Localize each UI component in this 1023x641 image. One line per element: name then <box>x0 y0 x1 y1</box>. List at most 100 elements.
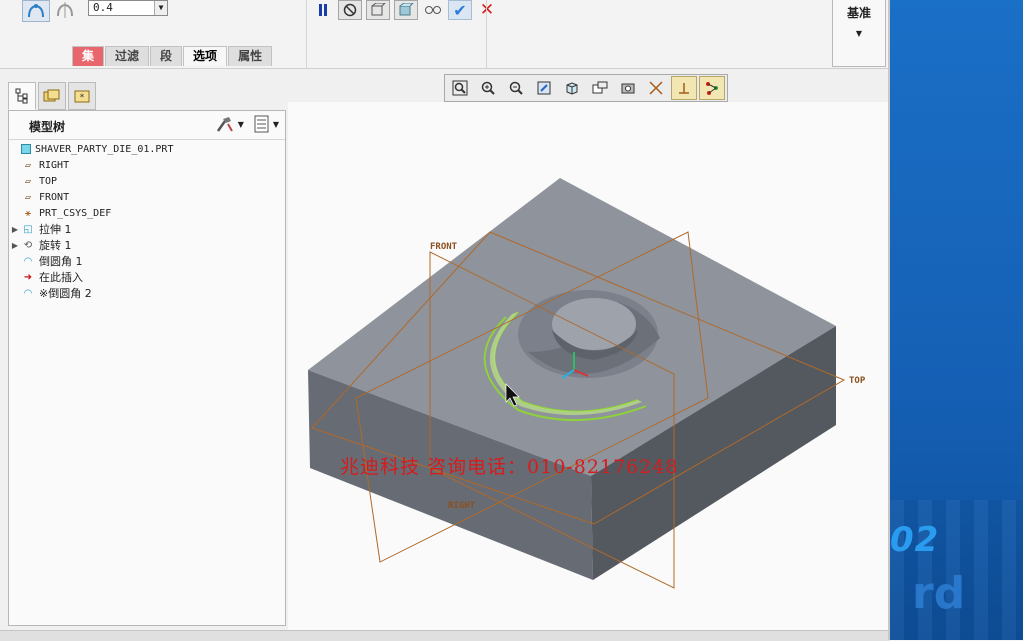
tree-item-label: 旋转 1 <box>39 239 72 252</box>
tree-icon <box>15 88 28 104</box>
datum-button[interactable]: 基准 ▼ <box>832 0 886 67</box>
attached-preview-button[interactable] <box>366 0 390 20</box>
insert-here-icon: ➜ <box>23 271 33 283</box>
tab-segments[interactable]: 段 <box>150 46 183 66</box>
csys-icon: ⚹ <box>25 207 31 219</box>
tree-item-label: TOP <box>39 175 58 187</box>
view-manager-button[interactable] <box>615 76 641 100</box>
camera-icon <box>621 83 635 94</box>
tree-item-round-2[interactable]: ◠ ※倒圆角 2 <box>9 285 283 301</box>
tab-properties[interactable]: 属性 <box>228 46 273 66</box>
tab-options[interactable]: 选项 <box>183 46 228 66</box>
expand-icon[interactable]: ▶ <box>9 241 21 250</box>
cancel-button[interactable]: ✕ <box>476 0 498 20</box>
app-window: 0.4 ▼ 集 过滤 段 选项 属性 ✔ ✕ 基准 ▼ * 模型树 ▼ ▼ SH… <box>0 0 890 641</box>
refit-icon <box>452 80 468 96</box>
zoom-in-button[interactable] <box>475 76 501 100</box>
favorites-folder-icon: * <box>74 90 90 103</box>
no-preview-button[interactable] <box>338 0 362 20</box>
tab-model-tree[interactable] <box>8 82 36 110</box>
watermark-text: 兆迪科技 咨询电话：010-82176248 <box>340 456 679 478</box>
apply-button[interactable]: ✔ <box>448 0 472 20</box>
tree-item-revolve[interactable]: ▶ ⟲ 旋转 1 <box>9 237 283 253</box>
shaded-cube-icon <box>566 82 578 95</box>
folder-browser-icon <box>43 89 60 102</box>
divider <box>486 0 487 68</box>
tab-sets[interactable]: 集 <box>72 46 105 66</box>
extrude-icon: ◱ <box>23 223 33 235</box>
checkmark-icon: ✔ <box>453 0 467 20</box>
round-transition-mode-icon[interactable] <box>52 0 78 20</box>
repaint-icon <box>537 81 551 95</box>
detached-preview-button[interactable] <box>394 0 418 20</box>
tools-icon <box>216 117 233 132</box>
list-icon <box>254 115 269 133</box>
chevron-down-icon: ▼ <box>272 119 279 129</box>
round-icon: ◠ <box>23 255 33 267</box>
tab-filter[interactable]: 过滤 <box>105 46 150 66</box>
axis-display-button[interactable] <box>671 76 697 100</box>
point-display-button[interactable] <box>699 76 725 100</box>
datum-plane-icon: ▱ <box>24 175 32 187</box>
show-dropdown[interactable]: ▼ <box>254 115 279 133</box>
tree-item-label: 倒圆角 1 <box>39 255 83 268</box>
model-tree-panel: 模型树 ▼ ▼ SHAVER_PARTY_DIE_01.PRT ▱ RIGHT <box>8 110 286 626</box>
tree-item-label: 拉伸 1 <box>39 223 72 236</box>
datum-display-button[interactable] <box>643 76 669 100</box>
revolve-icon: ⟲ <box>23 239 33 251</box>
no-preview-icon <box>343 3 357 17</box>
pause-button[interactable] <box>312 1 334 19</box>
chevron-down-icon[interactable]: ▼ <box>154 1 167 15</box>
display-style-button[interactable] <box>559 76 585 100</box>
tree-item-front[interactable]: ▱ FRONT <box>9 189 283 205</box>
tab-folder-browser[interactable] <box>38 82 66 110</box>
verify-mode-button[interactable] <box>422 1 444 19</box>
front-datum-label: FRONT <box>430 242 458 252</box>
part-icon <box>21 144 31 154</box>
svg-text:*: * <box>80 93 85 103</box>
tree-item-right[interactable]: ▱ RIGHT <box>9 157 283 173</box>
tree-item-label: FRONT <box>39 191 70 203</box>
datum-label: 基准 <box>846 6 871 20</box>
model-tree-header: 模型树 ▼ ▼ <box>9 111 285 140</box>
saved-views-button[interactable] <box>587 76 613 100</box>
point-display-icon <box>706 82 718 95</box>
dashboard-tabs: 集 过滤 段 选项 属性 <box>72 46 273 66</box>
zoom-out-button[interactable] <box>503 76 529 100</box>
feature-dashboard: 0.4 ▼ 集 过滤 段 选项 属性 ✔ ✕ 基准 ▼ <box>0 0 890 69</box>
top-datum-label: TOP <box>849 376 866 386</box>
zoom-in-icon <box>481 81 495 95</box>
preview-box-icon <box>371 3 386 16</box>
tab-favorites[interactable]: * <box>68 82 96 110</box>
model-view: FRONT TOP RIGHT <box>308 178 866 589</box>
axis-display-icon <box>679 83 689 94</box>
close-icon: ✕ <box>479 0 495 20</box>
graphics-toolbar <box>444 74 728 102</box>
round-set-mode-icon[interactable] <box>22 0 50 22</box>
tree-item-insert-here[interactable]: ➜ 在此插入 <box>9 269 283 285</box>
divider <box>306 0 307 68</box>
tree-item-label: SHAVER_PARTY_DIE_01.PRT <box>35 143 174 155</box>
desktop-background: 02 rd <box>890 0 1023 640</box>
tree-item-part[interactable]: SHAVER_PARTY_DIE_01.PRT <box>9 141 283 157</box>
tree-item-label: RIGHT <box>39 159 70 171</box>
refit-button[interactable] <box>447 76 473 100</box>
tree-item-label: PRT_CSYS_DEF <box>39 207 112 219</box>
navigator-tabs: * <box>8 82 96 110</box>
graphics-viewport[interactable]: FRONT TOP RIGHT 兆迪科技 咨询电话：010-82176248 <box>288 102 888 630</box>
repaint-button[interactable] <box>531 76 557 100</box>
tree-item-label: 在此插入 <box>39 271 83 284</box>
round-icon: ◠ <box>23 287 33 299</box>
datum-plane-icon: ▱ <box>24 191 32 203</box>
right-datum-label: RIGHT <box>448 501 476 511</box>
model-tree-tools: ▼ ▼ <box>215 115 279 133</box>
settings-dropdown[interactable]: ▼ <box>215 115 244 133</box>
radius-combo[interactable]: 0.4 ▼ <box>88 0 168 16</box>
expand-icon[interactable]: ▶ <box>9 225 21 234</box>
tree-item-csys[interactable]: ⚹ PRT_CSYS_DEF <box>9 205 283 221</box>
tree-item-extrude[interactable]: ▶ ◱ 拉伸 1 <box>9 221 283 237</box>
radius-value: 0.4 <box>93 1 113 14</box>
panel-title: 模型树 <box>29 120 66 134</box>
tree-item-round-1[interactable]: ◠ 倒圆角 1 <box>9 253 283 269</box>
tree-item-top[interactable]: ▱ TOP <box>9 173 283 189</box>
